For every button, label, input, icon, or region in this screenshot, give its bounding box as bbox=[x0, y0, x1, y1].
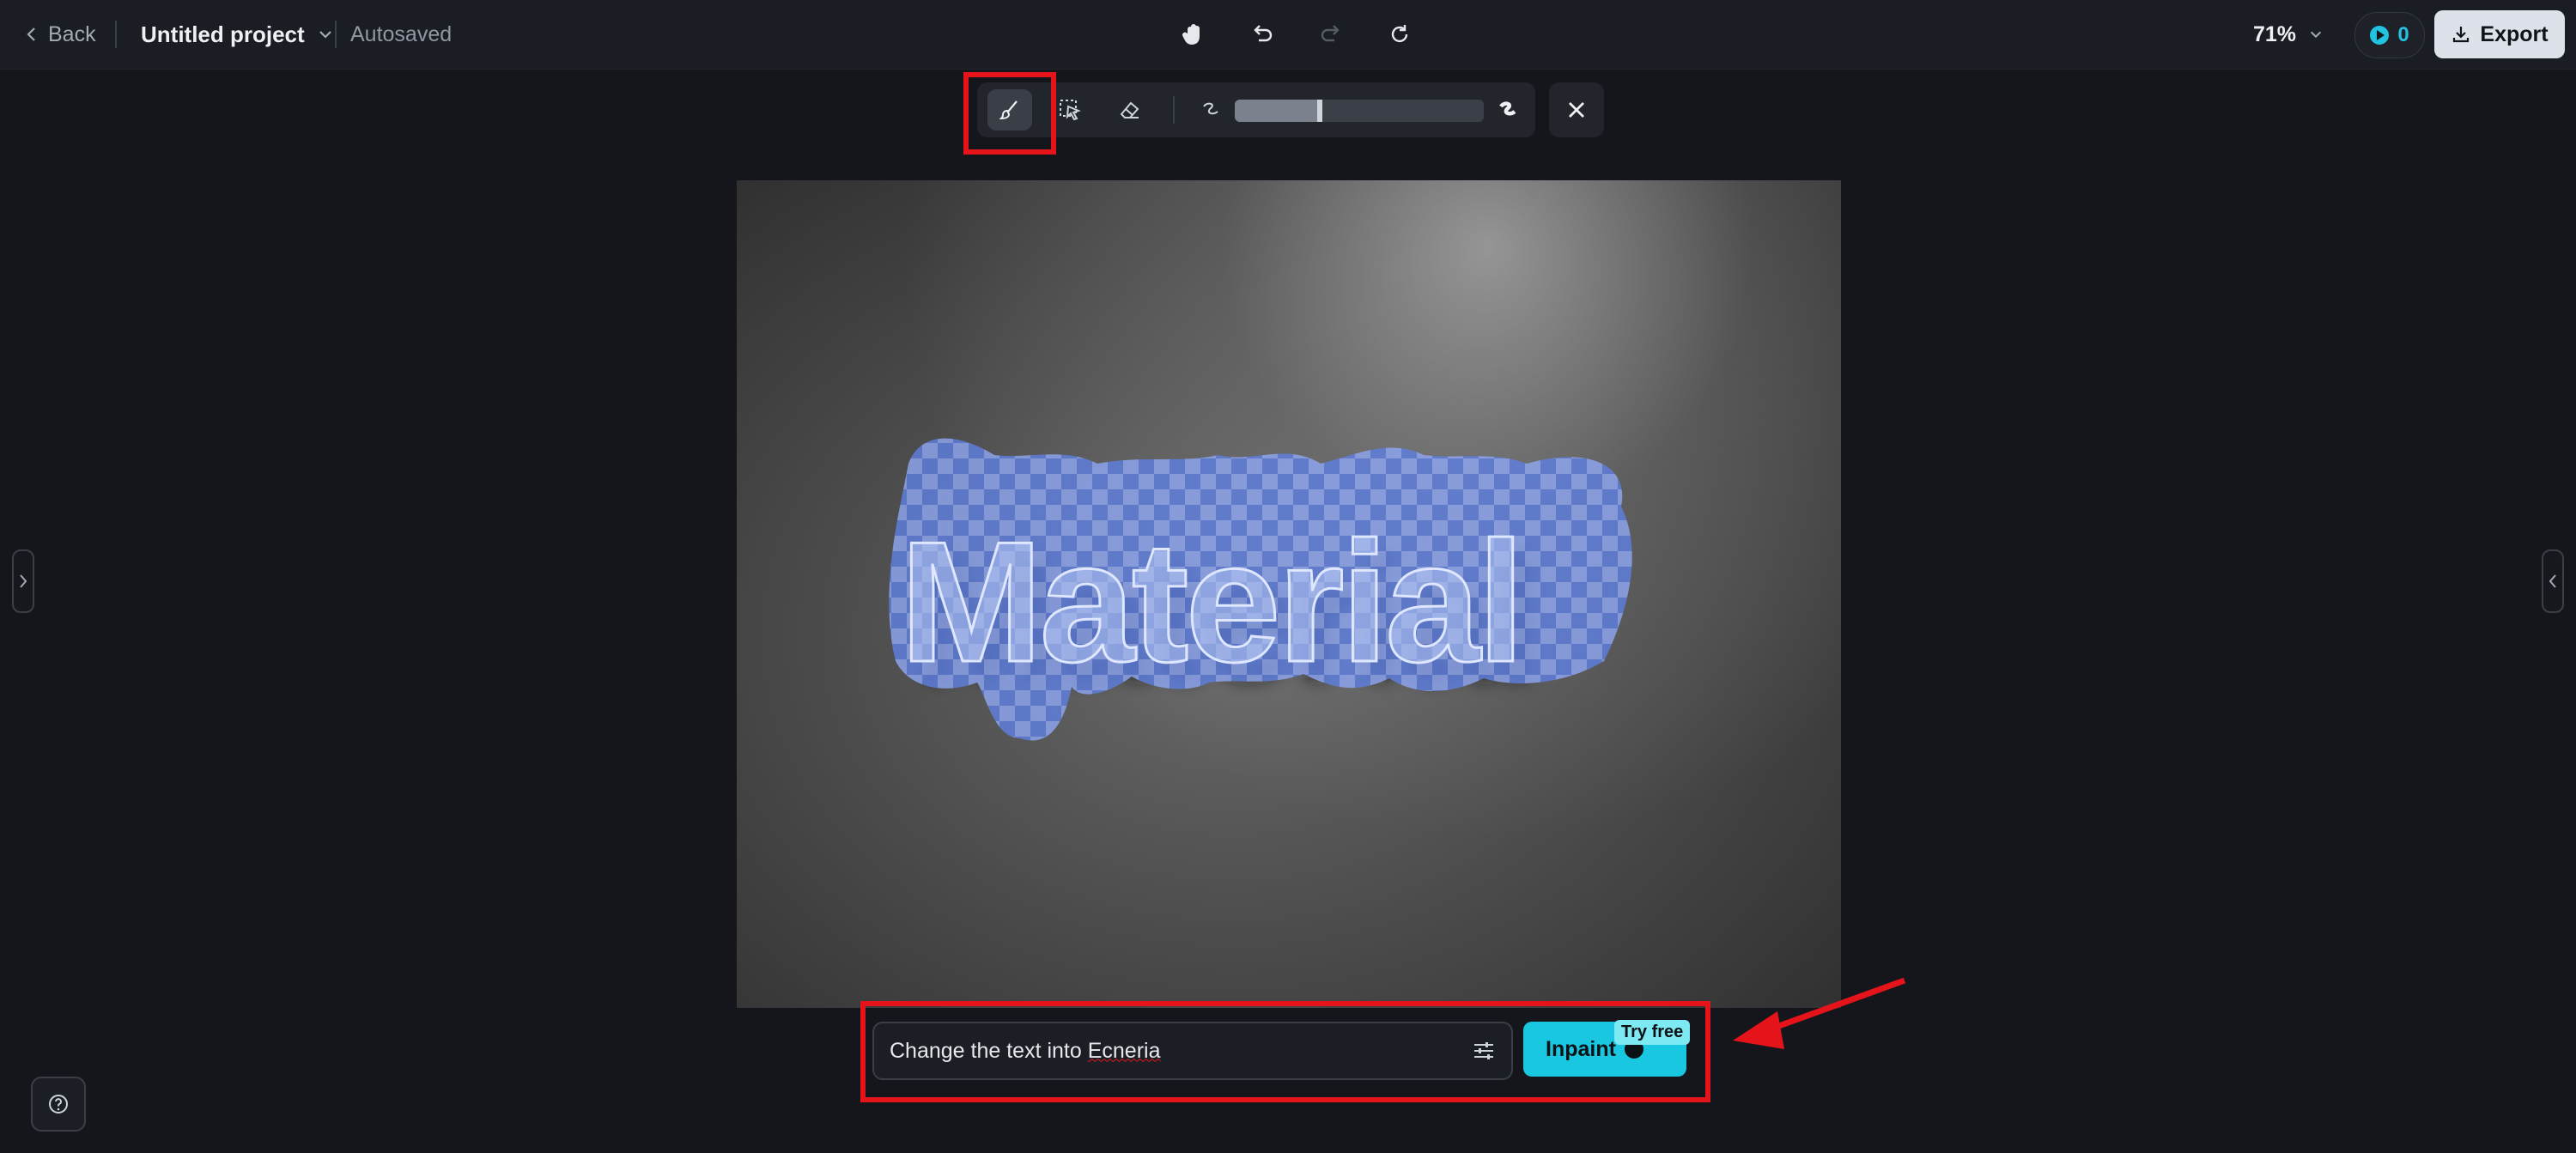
canvas-controls bbox=[1178, 0, 1415, 69]
export-button[interactable]: Export bbox=[2434, 10, 2565, 58]
try-free-badge: Try free bbox=[1614, 1020, 1691, 1045]
refresh-icon bbox=[1391, 25, 1408, 43]
material-text: Material bbox=[900, 507, 1522, 698]
reset-button[interactable] bbox=[1384, 19, 1415, 50]
brush-icon bbox=[999, 100, 1018, 120]
left-panel-toggle[interactable] bbox=[12, 549, 34, 613]
large-brush-icon bbox=[1499, 101, 1516, 116]
prompt-input[interactable]: Change the text into Ecneria bbox=[872, 1022, 1513, 1080]
redo-icon bbox=[1321, 25, 1340, 42]
hand-pan-icon bbox=[1182, 24, 1200, 46]
back-label: Back bbox=[48, 21, 96, 46]
back-button[interactable]: Back bbox=[24, 0, 96, 69]
slider-fill bbox=[1235, 100, 1320, 122]
help-button[interactable] bbox=[31, 1077, 86, 1132]
divider bbox=[335, 21, 337, 48]
redo-button[interactable] bbox=[1315, 19, 1346, 50]
autosave-status: Autosaved bbox=[350, 21, 453, 46]
project-name: Untitled project bbox=[141, 21, 305, 47]
help-icon bbox=[49, 1095, 68, 1114]
brush-tool-button[interactable] bbox=[987, 89, 1032, 130]
settings-sliders-icon[interactable] bbox=[1472, 1039, 1496, 1063]
smart-select-tool-button[interactable] bbox=[1048, 89, 1092, 130]
chevron-right-icon bbox=[20, 574, 27, 588]
inpaint-toolbar bbox=[977, 82, 1535, 137]
prompt-text-prefix: Change the text into bbox=[890, 1038, 1088, 1063]
chevron-down-icon bbox=[2310, 31, 2322, 39]
close-icon bbox=[1569, 102, 1584, 118]
eraser-tool-button[interactable] bbox=[1108, 89, 1152, 130]
zoom-dropdown[interactable]: 71% bbox=[2253, 0, 2324, 69]
prompt-text-misspelled: Ecneria bbox=[1087, 1038, 1161, 1063]
slider-thumb[interactable] bbox=[1316, 100, 1322, 122]
annotation-arrow-icon bbox=[1733, 977, 1906, 1049]
brush-size-small bbox=[1188, 89, 1233, 130]
divider bbox=[1173, 96, 1175, 124]
eraser-icon bbox=[1120, 101, 1139, 118]
hand-pan-button[interactable] bbox=[1178, 19, 1209, 50]
credit-icon bbox=[2370, 26, 2390, 45]
right-panel-toggle[interactable] bbox=[2542, 549, 2564, 613]
prompt-text[interactable]: Change the text into Ecneria bbox=[890, 1023, 1160, 1078]
brush-size-large bbox=[1485, 89, 1530, 130]
project-name-dropdown[interactable]: Untitled project bbox=[141, 0, 334, 69]
zoom-level: 71% bbox=[2253, 21, 2297, 46]
smart-select-icon bbox=[1060, 100, 1081, 121]
chevron-left-icon bbox=[27, 27, 35, 41]
chevron-down-icon bbox=[319, 31, 331, 39]
inpaint-label: Inpaint bbox=[1546, 1036, 1616, 1061]
undo-button[interactable] bbox=[1247, 19, 1278, 50]
small-brush-icon bbox=[1203, 102, 1218, 115]
download-icon bbox=[2453, 27, 2470, 43]
close-inpaint-button[interactable] bbox=[1549, 82, 1604, 137]
credits-badge[interactable]: 0 bbox=[2354, 12, 2425, 58]
divider bbox=[115, 21, 117, 48]
export-label: Export bbox=[2480, 21, 2549, 46]
canvas-artwork: Material Material bbox=[889, 438, 1632, 741]
undo-icon bbox=[1254, 25, 1273, 42]
image-canvas[interactable]: Material Material bbox=[737, 180, 1841, 1008]
credits-count: 0 bbox=[2397, 23, 2409, 46]
top-bar: Back Untitled project Autosaved 71% 0 Ex… bbox=[0, 0, 2576, 70]
chevron-left-icon bbox=[2549, 574, 2556, 588]
brush-size-slider[interactable] bbox=[1235, 100, 1484, 122]
